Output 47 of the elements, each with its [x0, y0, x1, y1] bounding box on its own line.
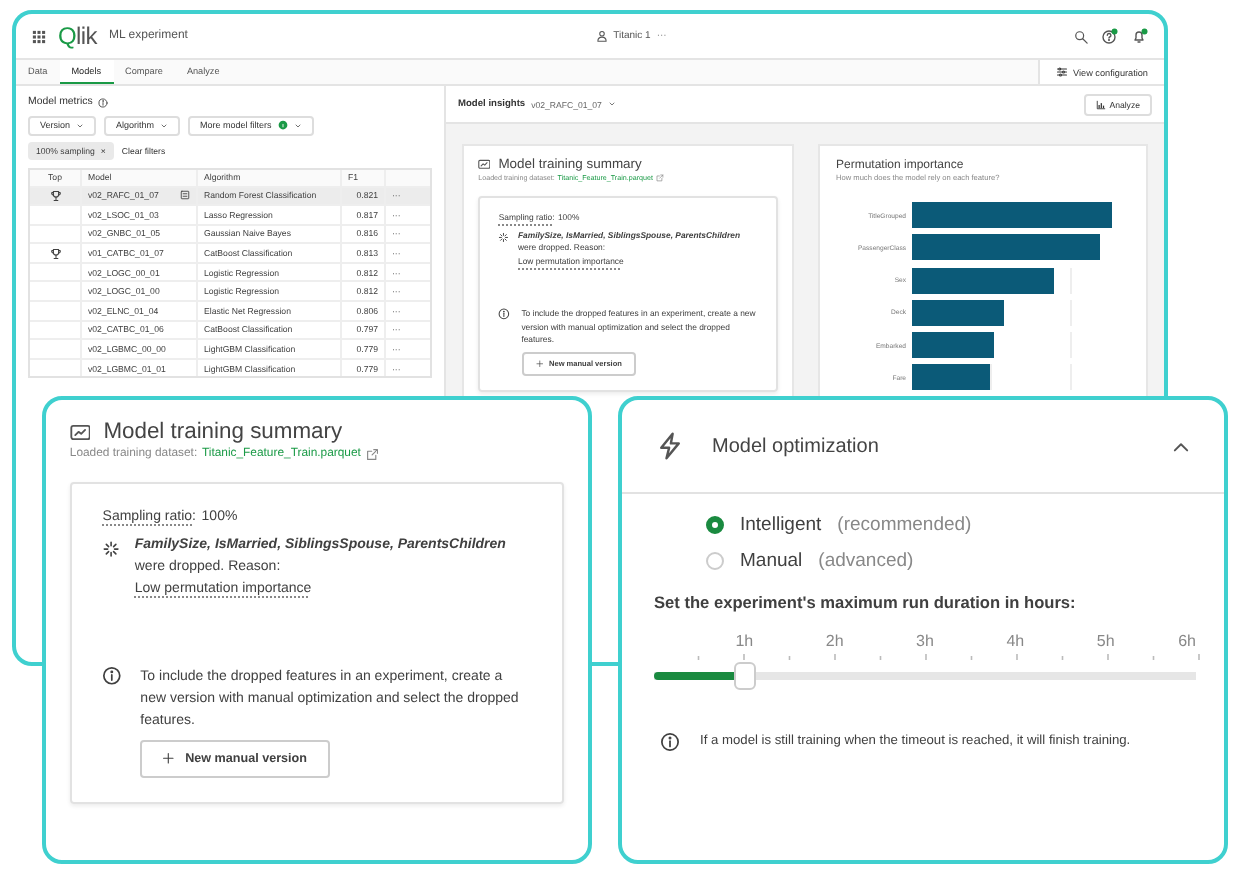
sliders-icon — [1055, 66, 1068, 78]
importance-bar — [912, 364, 991, 391]
info-icon — [498, 307, 511, 320]
tick-label: 5h — [1096, 632, 1115, 650]
tick-label: 4h — [1006, 632, 1025, 650]
bell-icon[interactable] — [1132, 28, 1148, 44]
tick-label: 6h — [1178, 632, 1196, 650]
importance-bar — [912, 332, 995, 359]
option-hint: (advanced) — [818, 550, 914, 572]
option-label: Intelligent — [740, 514, 822, 536]
radio-option[interactable]: Intelligent (recommended) — [706, 514, 1196, 536]
plus-icon — [162, 751, 176, 765]
trophy-icon — [49, 189, 61, 202]
list-icon — [180, 190, 190, 201]
importance-bar — [912, 267, 1054, 294]
sparkle-icon — [102, 539, 121, 558]
option-hint: (recommended) — [837, 514, 972, 536]
info-icon — [102, 665, 123, 686]
sparkle-icon — [498, 231, 510, 243]
tick-label: 2h — [825, 632, 844, 650]
user-icon — [595, 30, 608, 42]
radio-option[interactable]: Manual (advanced) — [706, 550, 1196, 572]
trophy-icon — [49, 247, 61, 260]
lightning-icon — [656, 432, 684, 460]
help-icon[interactable] — [1102, 28, 1118, 44]
radio-button[interactable] — [706, 516, 724, 534]
plus-icon — [535, 359, 543, 368]
external-link-icon — [365, 447, 379, 461]
chart-icon — [69, 421, 91, 443]
card-title: Model training summary — [103, 419, 343, 444]
search-icon[interactable] — [1074, 29, 1088, 43]
option-label: Manual — [740, 550, 803, 572]
filter-badge-icon — [277, 120, 288, 130]
slider-thumb[interactable] — [734, 662, 757, 690]
tick-label: 1h — [735, 632, 754, 650]
app-logo: Qlik — [58, 22, 97, 50]
bar-chart-icon — [1095, 99, 1106, 109]
card-title: Model optimization — [712, 435, 881, 457]
info-icon — [660, 731, 680, 752]
slider-label: Set the experiment's maximum run duration in hours: — [654, 592, 1078, 612]
external-link-icon — [655, 173, 664, 182]
info-icon — [98, 97, 109, 107]
radio-button[interactable] — [706, 552, 724, 570]
chart-icon — [478, 158, 491, 172]
grid-menu-icon[interactable] — [32, 29, 46, 43]
importance-bar — [912, 299, 1004, 326]
tick-label: 3h — [916, 632, 934, 650]
